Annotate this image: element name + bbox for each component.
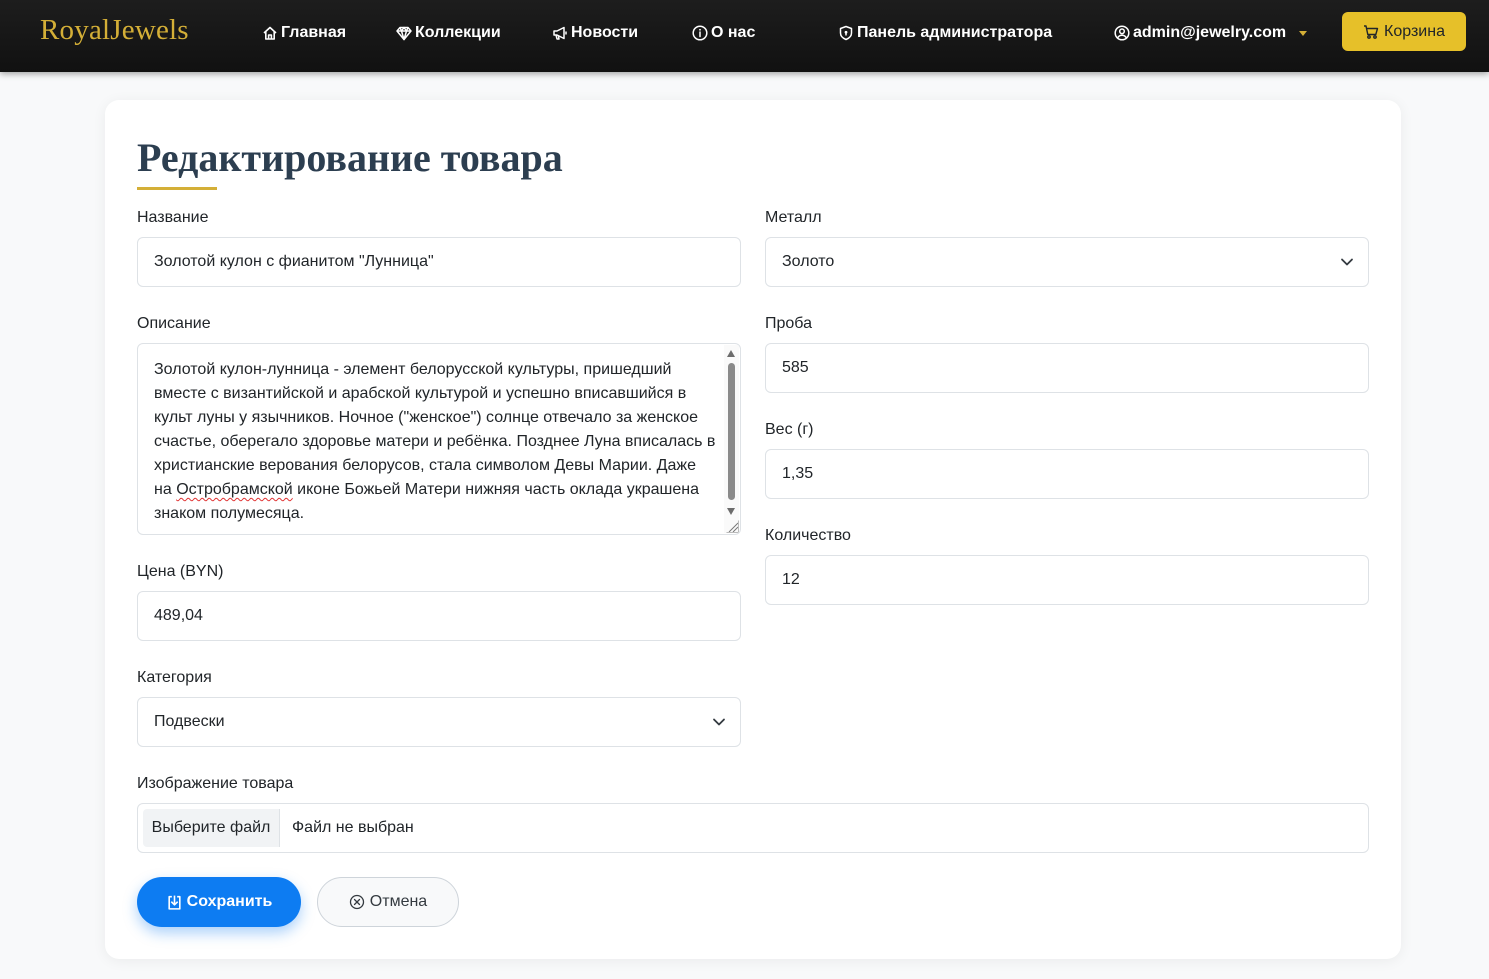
cart-button-label: Корзина [1384, 22, 1445, 40]
resize-grip-icon[interactable] [726, 520, 739, 533]
price-input[interactable]: 489,04 [137, 591, 741, 641]
name-input-value: Золотой кулон с фианитом "Лунница" [154, 253, 434, 270]
name-input[interactable]: Золотой кулон с фианитом "Лунница" [137, 237, 741, 287]
x-circle-icon [349, 894, 364, 910]
person-circle-icon [1114, 25, 1130, 41]
chevron-down-icon [1299, 30, 1308, 36]
brand-logo[interactable]: RoyalJewels [40, 14, 189, 47]
quantity-input[interactable]: 12 [765, 555, 1369, 605]
category-select-value: Подвески [154, 713, 225, 730]
file-status-text: Файл не выбран [292, 819, 414, 836]
cart-button[interactable]: Корзина [1342, 12, 1466, 51]
cancel-button-label: Отмена [369, 893, 428, 910]
description-label: Описание [137, 315, 211, 332]
weight-label: Вес (г) [765, 421, 814, 438]
user-email: admin@jewelry.com [1133, 24, 1287, 41]
megaphone-icon [553, 26, 567, 40]
quantity-label: Количество [765, 527, 851, 544]
nav-link-label: Новости [571, 24, 639, 41]
info-circle-icon [692, 25, 708, 41]
user-menu-dropdown[interactable]: admin@jewelry.com [1114, 22, 1308, 44]
description-textarea[interactable]: Золотой кулон-лунница - элемент белорусс… [137, 343, 741, 535]
nav-link-admin-panel[interactable]: Панель администратора [838, 22, 1052, 44]
nav-link-label: Главная [281, 24, 347, 41]
scroll-down-arrow-icon[interactable] [727, 508, 735, 515]
spellcheck-underline: Остробрамской [176, 481, 293, 498]
weight-input-value: 1,35 [782, 465, 814, 482]
gem-icon [396, 26, 412, 41]
nav-link-home[interactable]: Главная [262, 22, 346, 44]
scroll-up-arrow-icon[interactable] [727, 350, 735, 357]
chevron-down-icon [713, 718, 725, 726]
page-title: Редактирование товара [137, 135, 563, 180]
nav-link-about[interactable]: О нас [692, 22, 755, 44]
weight-input[interactable]: 1,35 [765, 449, 1369, 499]
save-button[interactable]: Сохранить [137, 877, 301, 927]
image-label: Изображение товара [137, 775, 294, 792]
cart-icon [1364, 24, 1379, 39]
metal-select-value: Золото [782, 253, 835, 270]
fineness-input[interactable]: 585 [765, 343, 1369, 393]
fineness-label: Проба [765, 315, 812, 332]
metal-select[interactable]: Золото [765, 237, 1369, 287]
chevron-down-icon [1341, 258, 1353, 266]
house-icon [263, 26, 277, 40]
title-underline [137, 187, 217, 190]
metal-label: Металл [765, 209, 822, 226]
nav-link-news[interactable]: Новости [552, 22, 638, 44]
textarea-scrollbar[interactable] [724, 345, 739, 533]
save-button-label: Сохранить [186, 893, 273, 910]
image-file-input[interactable]: Выберите файл Файл не выбран [137, 803, 1369, 853]
category-select[interactable]: Подвески [137, 697, 741, 747]
choose-file-button[interactable]: Выберите файл [143, 809, 280, 847]
top-navbar: RoyalJewels Главная Коллекции Новости О … [0, 0, 1489, 72]
fineness-input-value: 585 [782, 359, 809, 376]
nav-link-label: О нас [711, 24, 756, 41]
price-label: Цена (BYN) [137, 563, 224, 580]
nav-link-collections[interactable]: Коллекции [396, 22, 501, 44]
quantity-input-value: 12 [782, 571, 800, 588]
category-label: Категория [137, 669, 212, 686]
nav-link-label: Коллекции [415, 24, 501, 41]
description-text: Золотой кулон-лунница - элемент белорусс… [154, 361, 716, 522]
shield-icon [839, 25, 853, 41]
name-label: Название [137, 209, 209, 226]
cancel-button[interactable]: Отмена [317, 877, 459, 927]
price-input-value: 489,04 [154, 607, 203, 624]
download-icon [168, 895, 181, 910]
scrollbar-thumb[interactable] [728, 363, 735, 500]
nav-link-label: Панель администратора [857, 24, 1053, 41]
